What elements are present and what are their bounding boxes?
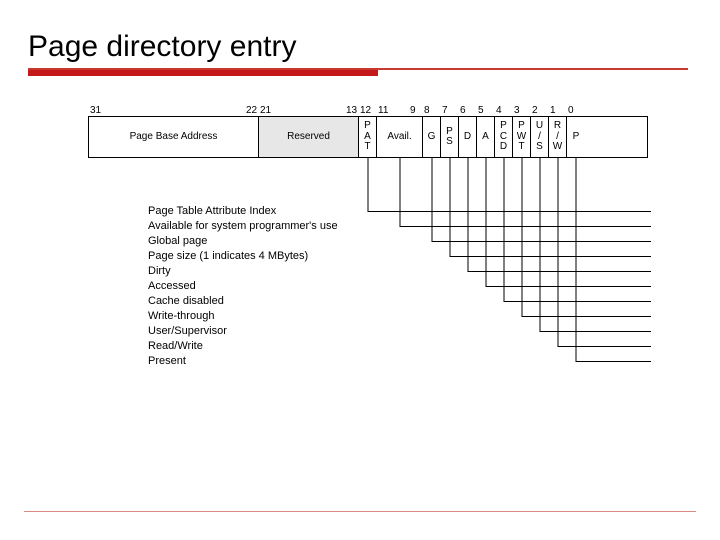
field-1: Reserved: [259, 117, 359, 157]
field-2: P A T: [359, 117, 377, 157]
bit-label: 9: [410, 105, 416, 116]
callout: User/Supervisor: [148, 324, 648, 339]
bit-label: 0: [568, 105, 574, 116]
bit-label: 11: [378, 105, 388, 116]
bit-label: 13: [346, 105, 357, 116]
callout: Page size (1 indicates 4 MBytes): [148, 249, 648, 264]
bit-label: 21: [260, 105, 271, 116]
bit-label: 12: [360, 105, 371, 116]
bit-label: 8: [424, 105, 430, 116]
field-row: Page Base AddressReservedP A TAvail.GP S…: [88, 116, 648, 158]
field-9: P W T: [513, 117, 531, 157]
field-8: P C D: [495, 117, 513, 157]
field-10: U / S: [531, 117, 549, 157]
footer-rule: [24, 511, 696, 512]
bitfield-diagram: 3122211312119876543210 Page Base Address…: [88, 102, 648, 369]
callout: Dirty: [148, 264, 648, 279]
callout: Available for system programmer's use: [148, 219, 648, 234]
bit-label: 31: [90, 105, 101, 116]
field-4: G: [423, 117, 441, 157]
callout: Write-through: [148, 309, 648, 324]
bit-label: 4: [496, 105, 502, 116]
title-underline: [28, 68, 688, 76]
bit-label: 6: [460, 105, 466, 116]
callout: Accessed: [148, 279, 648, 294]
bit-label: 5: [478, 105, 484, 116]
bit-label: 3: [514, 105, 520, 116]
field-3: Avail.: [377, 117, 423, 157]
callout: Cache disabled: [148, 294, 648, 309]
field-5: P S: [441, 117, 459, 157]
callout: Page Table Attribute Index: [148, 204, 648, 219]
field-0: Page Base Address: [89, 117, 259, 157]
page-title: Page directory entry: [28, 30, 692, 64]
field-11: R / W: [549, 117, 567, 157]
callout: Global page: [148, 234, 648, 249]
callout: Present: [148, 354, 648, 369]
bit-label: 7: [442, 105, 448, 116]
bit-label: 22: [246, 105, 257, 116]
field-12: P: [567, 117, 585, 157]
bit-label: 2: [532, 105, 538, 116]
field-7: A: [477, 117, 495, 157]
callout-list: Page Table Attribute IndexAvailable for …: [148, 204, 648, 369]
bit-number-row: 3122211312119876543210: [88, 102, 648, 116]
callout: Read/Write: [148, 339, 648, 354]
bit-label: 1: [550, 105, 556, 116]
field-6: D: [459, 117, 477, 157]
